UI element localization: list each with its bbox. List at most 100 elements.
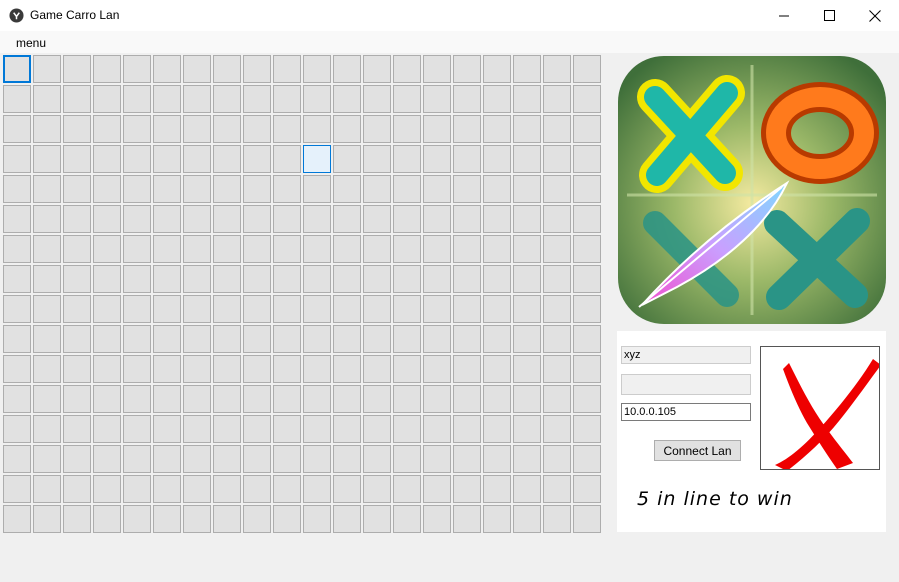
board-cell[interactable]: [123, 475, 151, 503]
maximize-button[interactable]: [806, 0, 852, 31]
board-cell[interactable]: [153, 145, 181, 173]
board-cell[interactable]: [3, 235, 31, 263]
board-cell[interactable]: [453, 325, 481, 353]
board-cell[interactable]: [363, 445, 391, 473]
board-cell[interactable]: [273, 475, 301, 503]
board-cell[interactable]: [543, 355, 571, 383]
board-cell[interactable]: [63, 505, 91, 533]
board-cell[interactable]: [453, 475, 481, 503]
board-cell[interactable]: [393, 175, 421, 203]
board-cell[interactable]: [153, 355, 181, 383]
board-cell[interactable]: [243, 265, 271, 293]
board-cell[interactable]: [123, 325, 151, 353]
board-cell[interactable]: [213, 385, 241, 413]
board-cell[interactable]: [363, 235, 391, 263]
board-cell[interactable]: [453, 55, 481, 83]
board-cell[interactable]: [273, 55, 301, 83]
board-cell[interactable]: [543, 85, 571, 113]
board-cell[interactable]: [273, 385, 301, 413]
board-cell[interactable]: [63, 85, 91, 113]
board-cell[interactable]: [423, 295, 451, 323]
board-cell[interactable]: [93, 415, 121, 443]
board-cell[interactable]: [543, 265, 571, 293]
board-cell[interactable]: [573, 235, 601, 263]
board-cell[interactable]: [273, 115, 301, 143]
board-cell[interactable]: [273, 505, 301, 533]
board-cell[interactable]: [153, 325, 181, 353]
board-cell[interactable]: [123, 295, 151, 323]
board-cell[interactable]: [243, 385, 271, 413]
board-cell[interactable]: [183, 145, 211, 173]
board-cell[interactable]: [453, 415, 481, 443]
board-cell[interactable]: [333, 475, 361, 503]
board-cell[interactable]: [483, 355, 511, 383]
board-cell[interactable]: [423, 355, 451, 383]
ip-address-input[interactable]: [621, 403, 751, 421]
board-cell[interactable]: [93, 145, 121, 173]
board-cell[interactable]: [423, 235, 451, 263]
board-cell[interactable]: [303, 145, 331, 173]
board-cell[interactable]: [93, 115, 121, 143]
board-cell[interactable]: [333, 115, 361, 143]
board-cell[interactable]: [243, 325, 271, 353]
board-cell[interactable]: [33, 475, 61, 503]
board-cell[interactable]: [3, 115, 31, 143]
board-cell[interactable]: [423, 385, 451, 413]
board-cell[interactable]: [153, 55, 181, 83]
board-cell[interactable]: [513, 385, 541, 413]
board-cell[interactable]: [363, 295, 391, 323]
board-cell[interactable]: [393, 145, 421, 173]
board-cell[interactable]: [3, 295, 31, 323]
board-cell[interactable]: [573, 175, 601, 203]
board-cell[interactable]: [303, 295, 331, 323]
board-cell[interactable]: [33, 385, 61, 413]
board-cell[interactable]: [393, 325, 421, 353]
board-cell[interactable]: [3, 85, 31, 113]
minimize-button[interactable]: [761, 0, 807, 31]
board-cell[interactable]: [273, 85, 301, 113]
board-cell[interactable]: [243, 355, 271, 383]
board-cell[interactable]: [93, 55, 121, 83]
board-cell[interactable]: [423, 145, 451, 173]
board-cell[interactable]: [423, 415, 451, 443]
board-cell[interactable]: [423, 85, 451, 113]
board-cell[interactable]: [393, 415, 421, 443]
board-cell[interactable]: [423, 55, 451, 83]
board-cell[interactable]: [513, 115, 541, 143]
board-cell[interactable]: [363, 325, 391, 353]
board-cell[interactable]: [423, 205, 451, 233]
board-cell[interactable]: [363, 355, 391, 383]
board-cell[interactable]: [513, 85, 541, 113]
board-cell[interactable]: [123, 55, 151, 83]
board-cell[interactable]: [153, 205, 181, 233]
board-cell[interactable]: [453, 295, 481, 323]
board-cell[interactable]: [243, 115, 271, 143]
board-cell[interactable]: [483, 445, 511, 473]
board-cell[interactable]: [273, 415, 301, 443]
board-cell[interactable]: [153, 295, 181, 323]
player-name-field[interactable]: [621, 346, 751, 364]
board-cell[interactable]: [483, 115, 511, 143]
board-cell[interactable]: [123, 205, 151, 233]
board-cell[interactable]: [393, 85, 421, 113]
board-cell[interactable]: [363, 55, 391, 83]
board-cell[interactable]: [333, 145, 361, 173]
board-cell[interactable]: [573, 505, 601, 533]
board-cell[interactable]: [273, 235, 301, 263]
board-cell[interactable]: [183, 205, 211, 233]
board-cell[interactable]: [453, 265, 481, 293]
board-cell[interactable]: [213, 445, 241, 473]
board-cell[interactable]: [423, 445, 451, 473]
board-cell[interactable]: [303, 325, 331, 353]
board-cell[interactable]: [513, 205, 541, 233]
board-cell[interactable]: [273, 355, 301, 383]
board-cell[interactable]: [243, 475, 271, 503]
board-cell[interactable]: [303, 415, 331, 443]
board-cell[interactable]: [153, 115, 181, 143]
board-cell[interactable]: [363, 115, 391, 143]
board-cell[interactable]: [93, 475, 121, 503]
board-cell[interactable]: [183, 325, 211, 353]
board-cell[interactable]: [543, 325, 571, 353]
board-cell[interactable]: [543, 475, 571, 503]
board-cell[interactable]: [483, 55, 511, 83]
